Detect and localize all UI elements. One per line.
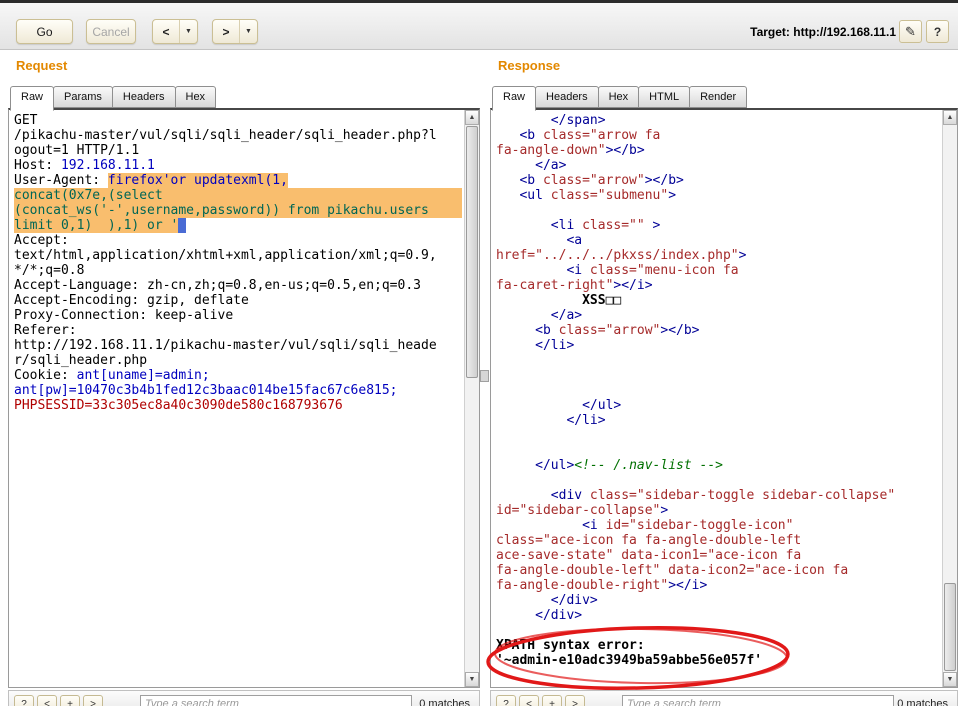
edit-target-button[interactable]: ✎ <box>899 20 922 43</box>
request-panel: Request Raw Params Headers Hex GET/pikachu-… <box>8 52 480 706</box>
history-forward-button[interactable]: > ▼ <box>212 19 258 44</box>
target-caption: Target: <box>750 25 790 39</box>
response-search-bar: ? < + > 0 matches <box>490 690 958 706</box>
search-help-button[interactable]: ? <box>14 694 34 706</box>
response-text: </span> <b class="arrow fa fa-angle-down"… <box>496 113 896 668</box>
tab-raw[interactable]: Raw <box>10 86 55 111</box>
search-input[interactable] <box>622 695 894 706</box>
tab-headers[interactable]: Headers <box>535 86 599 108</box>
tab-html[interactable]: HTML <box>638 86 691 108</box>
scroll-down-button[interactable]: ▼ <box>465 672 479 687</box>
splitter-grip[interactable] <box>480 370 489 382</box>
search-input[interactable] <box>140 695 412 706</box>
scroll-up-button[interactable]: ▲ <box>943 110 957 125</box>
scroll-up-icon: ▲ <box>468 114 476 121</box>
request-tabs: Raw Params Headers Hex <box>10 83 217 111</box>
tab-render[interactable]: Render <box>689 86 748 108</box>
search-add-button[interactable]: + <box>60 694 80 706</box>
tab-hex[interactable]: Hex <box>174 86 217 108</box>
back-icon[interactable]: < <box>153 20 180 43</box>
response-panel: Response Raw Headers Hex HTML Render </span>… <box>490 52 958 706</box>
search-help-button[interactable]: ? <box>496 694 516 706</box>
target-label: Target: http://192.168.11.1 <box>750 25 896 39</box>
forward-dropdown-icon[interactable]: ▼ <box>240 20 257 43</box>
go-button[interactable]: Go <box>16 19 73 44</box>
history-back-button[interactable]: < ▼ <box>152 19 198 44</box>
scroll-down-icon: ▼ <box>946 676 954 683</box>
back-dropdown-icon[interactable]: ▼ <box>180 20 197 43</box>
search-next-button[interactable]: > <box>565 694 585 706</box>
scroll-up-icon: ▲ <box>946 114 954 121</box>
request-text: GET/pikachu-master/vul/sqli/sqli_header/… <box>14 113 462 413</box>
scroll-up-button[interactable]: ▲ <box>465 110 479 125</box>
response-tabs: Raw Headers Hex HTML Render <box>492 83 748 111</box>
match-count: 0 matches <box>897 698 948 706</box>
request-search-bar: ? < + > 0 matches <box>8 690 480 706</box>
repeater-window: Go Cancel < ▼ > ▼ Target: http://192.168… <box>0 0 958 706</box>
search-add-button[interactable]: + <box>542 694 562 706</box>
help-button[interactable]: ? <box>926 20 949 43</box>
tab-raw[interactable]: Raw <box>492 86 537 111</box>
request-title: Request <box>16 58 68 73</box>
search-prev-button[interactable]: < <box>519 694 539 706</box>
scroll-down-button[interactable]: ▼ <box>943 672 957 687</box>
match-count: 0 matches <box>419 698 470 706</box>
tab-hex[interactable]: Hex <box>597 86 640 108</box>
tab-params[interactable]: Params <box>53 86 113 108</box>
request-scroll-thumb[interactable] <box>466 126 478 378</box>
target-url: http://192.168.11.1 <box>793 25 896 39</box>
response-viewer: </span> <b class="arrow fa fa-angle-down"… <box>490 108 958 688</box>
response-title: Response <box>498 58 561 73</box>
request-scrollbar[interactable]: ▲ ▼ <box>464 110 479 687</box>
toolbar: Go Cancel < ▼ > ▼ Target: http://192.168… <box>0 0 958 50</box>
search-prev-button[interactable]: < <box>37 694 57 706</box>
search-next-button[interactable]: > <box>83 694 103 706</box>
tab-headers[interactable]: Headers <box>111 86 176 108</box>
help-icon: ? <box>933 24 942 39</box>
cancel-button[interactable]: Cancel <box>86 19 136 44</box>
pencil-icon: ✎ <box>905 23 916 39</box>
forward-icon[interactable]: > <box>213 20 240 43</box>
scroll-down-icon: ▼ <box>468 676 476 683</box>
response-scrollbar[interactable]: ▲ ▼ <box>942 110 957 687</box>
response-scroll-thumb[interactable] <box>944 583 956 671</box>
request-editor[interactable]: GET/pikachu-master/vul/sqli/sqli_header/… <box>8 108 480 688</box>
